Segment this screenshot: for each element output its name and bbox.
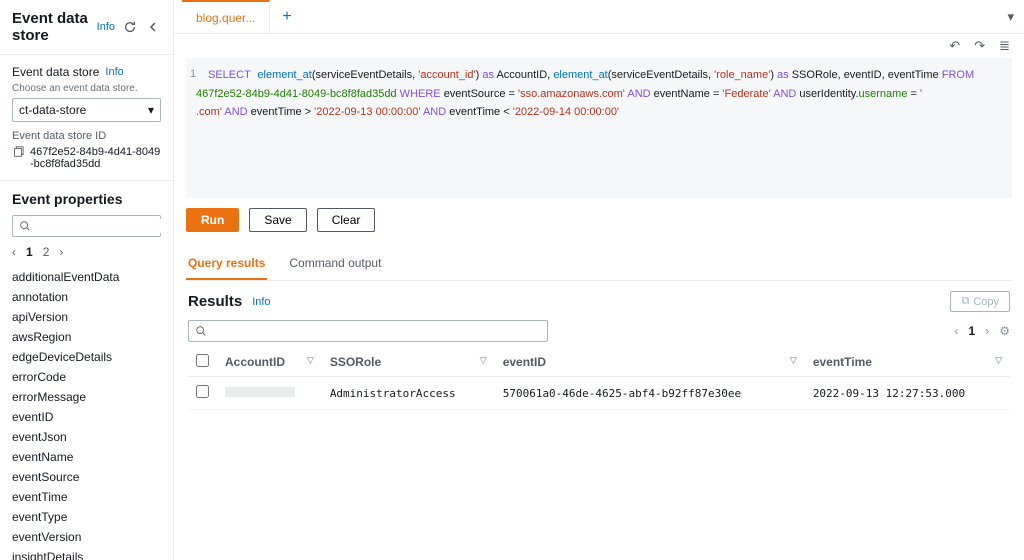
collapse-icon[interactable] xyxy=(145,19,161,35)
settings-icon[interactable]: ⚙ xyxy=(999,324,1010,338)
results-table: AccountID▽ SSORole▽ eventID▽ eventTime▽ … xyxy=(188,348,1010,410)
prop-item[interactable]: eventVersion xyxy=(12,527,161,547)
ds-id-label: Event data store ID xyxy=(12,130,161,142)
chevron-down-icon: ▾ xyxy=(148,103,154,117)
table-row[interactable]: AdministratorAccess570061a0-46de-4625-ab… xyxy=(188,377,1010,410)
cell-eventtime: 2022-09-13 12:27:53.000 xyxy=(805,377,1010,410)
props-title: Event properties xyxy=(12,191,161,207)
copy-button[interactable]: ⧉Copy xyxy=(950,291,1010,312)
props-search-input[interactable] xyxy=(37,219,173,233)
cell-accountid xyxy=(217,377,322,410)
results-search[interactable] xyxy=(188,320,548,342)
result-tabs: Query results Command output xyxy=(186,248,1012,281)
prop-item[interactable]: edgeDeviceDetails xyxy=(12,347,161,367)
sort-icon[interactable]: ▽ xyxy=(307,355,314,366)
prop-item[interactable]: errorCode xyxy=(12,367,161,387)
datastore-select[interactable]: ct-data-store ▾ xyxy=(12,98,161,122)
props-pager: ‹ 1 2 › xyxy=(12,245,161,259)
next-icon[interactable]: › xyxy=(985,324,989,338)
row-checkbox[interactable] xyxy=(196,385,209,398)
col-ssorole: SSORole▽ xyxy=(322,348,495,377)
ds-hint: Choose an event data store. xyxy=(12,83,161,94)
event-properties: Event properties ‹ 1 2 › additionalEvent… xyxy=(0,181,173,560)
run-button[interactable]: Run xyxy=(186,208,239,232)
sql-editor[interactable]: 1 SELECT element_at(serviceEventDetails,… xyxy=(186,58,1012,198)
sidebar-header: Event data store Info xyxy=(0,0,173,55)
prop-item[interactable]: apiVersion xyxy=(12,307,161,327)
col-eventtime: eventTime▽ xyxy=(805,348,1010,377)
prev-icon[interactable]: ‹ xyxy=(955,324,959,338)
col-eventid: eventID▽ xyxy=(495,348,805,377)
page-next[interactable]: 2 xyxy=(43,245,50,259)
info-link[interactable]: Info xyxy=(252,296,270,308)
prop-item[interactable]: eventType xyxy=(12,507,161,527)
sort-icon[interactable]: ▽ xyxy=(480,355,487,366)
prop-item[interactable]: insightDetails xyxy=(12,547,161,560)
results-panel: Results Info ⧉Copy ‹ 1 › ⚙ A xyxy=(174,281,1024,560)
sidebar-title: Event data store xyxy=(12,10,91,44)
select-all-checkbox[interactable] xyxy=(196,354,209,367)
search-icon xyxy=(195,325,207,337)
sidebar: Event data store Info Event data storeIn… xyxy=(0,0,174,560)
editor-toolbar: ↶ ↷ ≣ xyxy=(174,34,1024,58)
results-search-input[interactable] xyxy=(213,324,541,338)
clear-button[interactable]: Clear xyxy=(317,208,376,232)
copy-icon: ⧉ xyxy=(961,295,969,308)
col-accountid: AccountID▽ xyxy=(217,348,322,377)
tab-query-results[interactable]: Query results xyxy=(186,248,267,280)
results-title: Results xyxy=(188,293,242,310)
tab-add-button[interactable]: + xyxy=(270,0,303,33)
tab-bar: blog.quer... + ▾ xyxy=(174,0,1024,34)
query-actions: Run Save Clear xyxy=(174,198,1024,242)
prop-item[interactable]: eventJson xyxy=(12,427,161,447)
prop-item[interactable]: awsRegion xyxy=(12,327,161,347)
ds-id-value: 467f2e52-84b9-4d41-8049-bc8f8fad35dd xyxy=(12,146,161,170)
main: blog.quer... + ▾ ↶ ↷ ≣ 1 SELECT element_… xyxy=(174,0,1024,560)
prop-item[interactable]: eventTime xyxy=(12,487,161,507)
refresh-icon[interactable] xyxy=(121,18,139,36)
results-pager: ‹ 1 › ⚙ xyxy=(955,324,1010,338)
copy-icon[interactable] xyxy=(12,146,24,158)
prop-item[interactable]: additionalEventData xyxy=(12,267,161,287)
prop-item[interactable]: eventID xyxy=(12,407,161,427)
undo-icon[interactable]: ↶ xyxy=(949,38,960,54)
save-button[interactable]: Save xyxy=(249,208,306,232)
page-current: 1 xyxy=(969,324,976,338)
props-search[interactable] xyxy=(12,215,161,237)
format-icon[interactable]: ≣ xyxy=(999,38,1010,54)
tab-menu-icon[interactable]: ▾ xyxy=(997,0,1024,33)
info-link[interactable]: Info xyxy=(105,66,123,78)
line-number: 1 xyxy=(190,66,196,84)
cell-ssorole: AdministratorAccess xyxy=(322,377,495,410)
page-current[interactable]: 1 xyxy=(26,245,33,259)
prop-item[interactable]: errorMessage xyxy=(12,387,161,407)
search-icon xyxy=(19,220,31,232)
prev-icon[interactable]: ‹ xyxy=(12,245,16,259)
sort-icon[interactable]: ▽ xyxy=(995,355,1002,366)
tab-command-output[interactable]: Command output xyxy=(287,248,383,280)
datastore-section: Event data storeInfo Choose an event dat… xyxy=(0,55,173,181)
redo-icon[interactable]: ↷ xyxy=(974,38,985,54)
props-list: additionalEventDataannotationapiVersiona… xyxy=(12,267,161,560)
prop-item[interactable]: eventSource xyxy=(12,467,161,487)
tab-active[interactable]: blog.quer... xyxy=(182,0,270,33)
sort-icon[interactable]: ▽ xyxy=(790,355,797,366)
prop-item[interactable]: annotation xyxy=(12,287,161,307)
prop-item[interactable]: eventName xyxy=(12,447,161,467)
cell-eventid: 570061a0-46de-4625-abf4-b92ff87e30ee xyxy=(495,377,805,410)
ds-label: Event data storeInfo xyxy=(12,65,161,79)
info-link[interactable]: Info xyxy=(97,21,115,33)
next-icon[interactable]: › xyxy=(59,245,63,259)
